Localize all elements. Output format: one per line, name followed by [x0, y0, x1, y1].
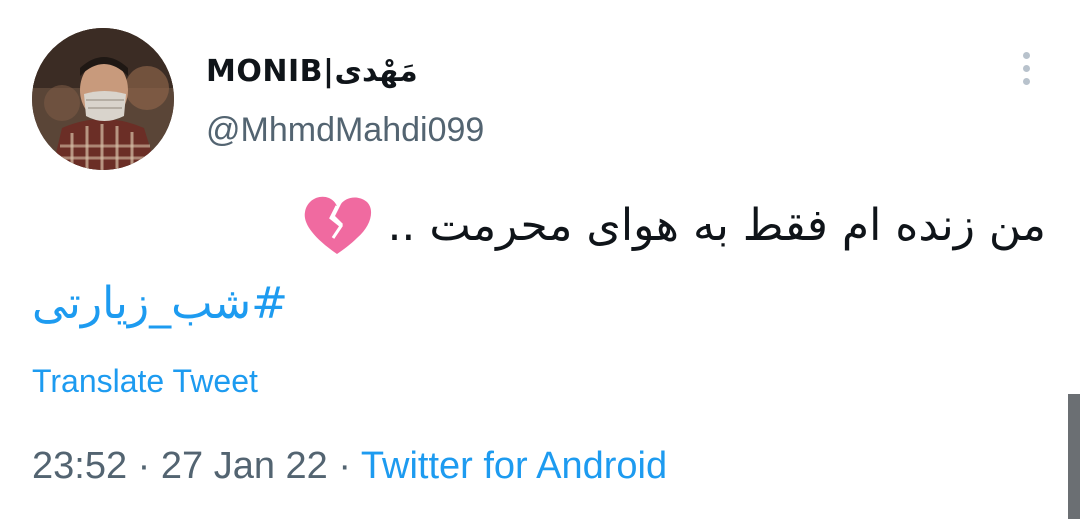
tweet-source-link[interactable]: Twitter for Android — [361, 445, 667, 487]
username-handle[interactable]: @MhmdMahdi099 — [206, 108, 484, 152]
avatar[interactable] — [32, 28, 174, 170]
meta-separator: · — [137, 445, 151, 487]
avatar-photo — [32, 28, 174, 170]
tweet-meta: 23:52 · 27 Jan 22 · Twitter for Android — [32, 442, 667, 490]
tweet-time[interactable]: 23:52 — [32, 445, 127, 487]
tweet-text: من زنده ام فقط به هوای محرمت .. — [387, 200, 1046, 251]
tweet-text-row: من زنده ام فقط به هوای محرمت .. — [301, 194, 1046, 258]
display-name[interactable]: MONIB|مَهْدی — [206, 52, 418, 92]
translate-tweet-link[interactable]: Translate Tweet — [32, 360, 258, 402]
scrollbar[interactable] — [1068, 394, 1080, 519]
more-options-icon[interactable] — [1014, 52, 1038, 92]
hashtag-link[interactable]: #شب_زیارتی — [32, 272, 288, 336]
tweet-date[interactable]: 27 Jan 22 — [161, 445, 328, 487]
meta-separator: · — [338, 445, 352, 487]
broken-heart-icon — [301, 194, 373, 258]
